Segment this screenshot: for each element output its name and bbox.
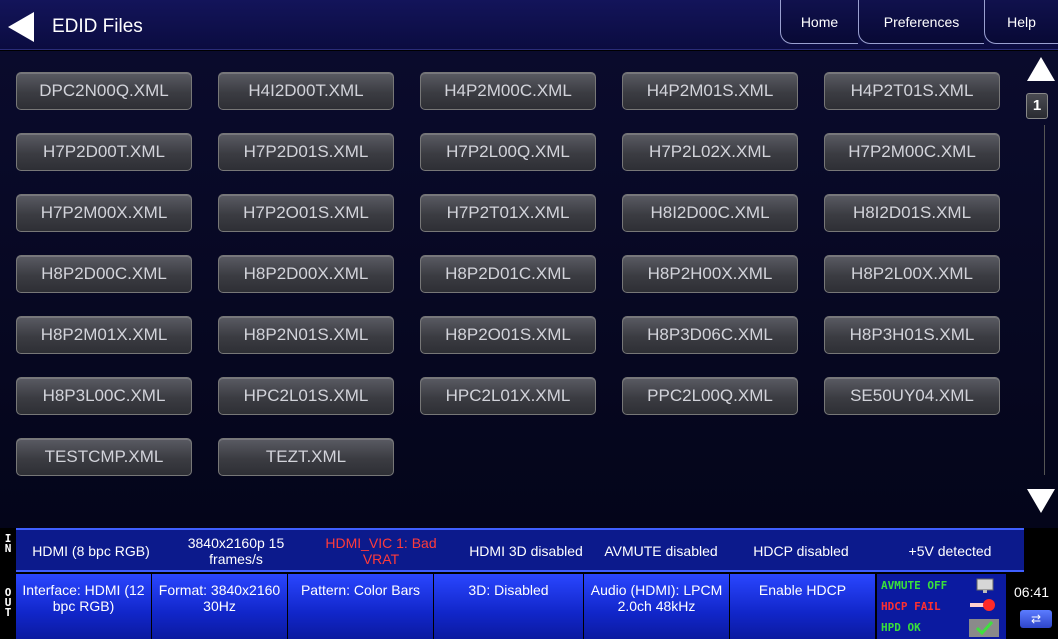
check-icon [969,619,999,637]
file-button[interactable]: H7P2M00X.XML [16,194,192,232]
interface-button[interactable]: Interface: HDMI (12 bpc RGB) [16,574,152,639]
scroll-down-icon[interactable] [1026,487,1056,515]
file-grid: DPC2N00Q.XML H4I2D00T.XML H4P2M00C.XML H4P2… [0,51,1058,528]
file-button[interactable]: H8P2N01S.XML [218,316,394,354]
file-button[interactable]: HPC2L01X.XML [420,377,596,415]
file-button[interactable]: H7P2L00Q.XML [420,133,596,171]
file-button[interactable]: H8P2L00X.XML [824,255,1000,293]
hpd-indicator: HPD OK [881,621,921,634]
file-button[interactable]: H4P2M01S.XML [622,72,798,110]
file-button[interactable]: SE50UY04.XML [824,377,1000,415]
page-title: EDID Files [52,16,143,37]
file-button[interactable]: H4P2T01S.XML [824,72,1000,110]
file-button[interactable]: H8P2M01X.XML [16,316,192,354]
file-button[interactable]: TEZT.XML [218,438,394,476]
input-format: 3840x2160p 15 frames/s [187,535,285,567]
format-button[interactable]: Format: 3840x2160 30Hz [152,574,288,639]
clock: 06:41 [1014,584,1050,600]
input-3d-status: HDMI 3D disabled [469,543,583,559]
file-button[interactable]: H8P2D00C.XML [16,255,192,293]
file-button[interactable]: H8P2D00X.XML [218,255,394,293]
tab-preferences[interactable]: Preferences [858,0,984,44]
file-button[interactable]: H7P2D01S.XML [218,133,394,171]
file-button[interactable]: H8P3D06C.XML [622,316,798,354]
tab-help[interactable]: Help [984,0,1058,44]
output-status-bar: OUT Interface: HDMI (12 bpc RGB) Format:… [0,574,1058,639]
file-button[interactable]: H7P2L02X.XML [622,133,798,171]
file-button[interactable]: H8P3L00C.XML [16,377,192,415]
file-button[interactable]: H8P2O01S.XML [420,316,596,354]
file-button[interactable]: TESTCMP.XML [16,438,192,476]
file-button[interactable]: HPC2L01S.XML [218,377,394,415]
file-button[interactable]: H8I2D00C.XML [622,194,798,232]
back-arrow-icon[interactable] [6,10,36,44]
hdcp-indicator: HDCP FAIL [881,600,941,613]
title-bar: EDID Files Home Preferences Help [0,0,1058,50]
file-button[interactable]: H8I2D01S.XML [824,194,1000,232]
file-button[interactable]: DPC2N00Q.XML [16,72,192,110]
enable-hdcp-button[interactable]: Enable HDCP [730,574,876,639]
usb-icon[interactable]: ⇄ [1020,610,1052,628]
pager: 1 [1016,51,1058,521]
file-button[interactable]: H7P2D00T.XML [16,133,192,171]
scroll-track[interactable] [1044,125,1045,475]
file-button[interactable]: H7P2T01X.XML [420,194,596,232]
input-side-label: IN [4,532,12,555]
file-button[interactable]: H4I2D00T.XML [218,72,394,110]
input-warning: HDMI_VIC 1: Bad VRAT [325,535,437,567]
input-interface: HDMI (8 bpc RGB) [32,543,150,559]
input-status-panel: HDMI (8 bpc RGB) 3840x2160p 15 frames/s … [16,528,1024,572]
avmute-indicator: AVMUTE OFF [881,579,948,592]
input-hdcp-status: HDCP disabled [753,543,849,559]
file-button[interactable]: H8P2D01C.XML [420,255,596,293]
audio-button[interactable]: Audio (HDMI): LPCM 2.0ch 48kHz [584,574,730,639]
pattern-button[interactable]: Pattern: Color Bars [288,574,434,639]
file-button[interactable]: H8P3H01S.XML [824,316,1000,354]
tab-home[interactable]: Home [780,0,858,44]
page-number: 1 [1026,93,1048,119]
input-power-status: +5V detected [908,543,992,559]
scroll-up-icon[interactable] [1026,55,1056,83]
file-button[interactable]: PPC2L00Q.XML [622,377,798,415]
signal-indicators: AVMUTE OFF HDCP FAIL HPD OK [876,574,1006,639]
input-avmute-status: AVMUTE disabled [604,543,718,559]
3d-mode-button[interactable]: 3D: Disabled [434,574,584,639]
file-button[interactable]: H8P2H00X.XML [622,255,798,293]
file-button[interactable]: H7P2O01S.XML [218,194,394,232]
monitor-icon [976,578,994,593]
file-button[interactable]: H7P2M00C.XML [824,133,1000,171]
output-side-label: OUT [4,586,12,619]
key-icon [970,599,995,611]
file-button[interactable]: H4P2M00C.XML [420,72,596,110]
input-status-bar: IN HDMI (8 bpc RGB) 3840x2160p 15 frames… [0,528,1058,572]
